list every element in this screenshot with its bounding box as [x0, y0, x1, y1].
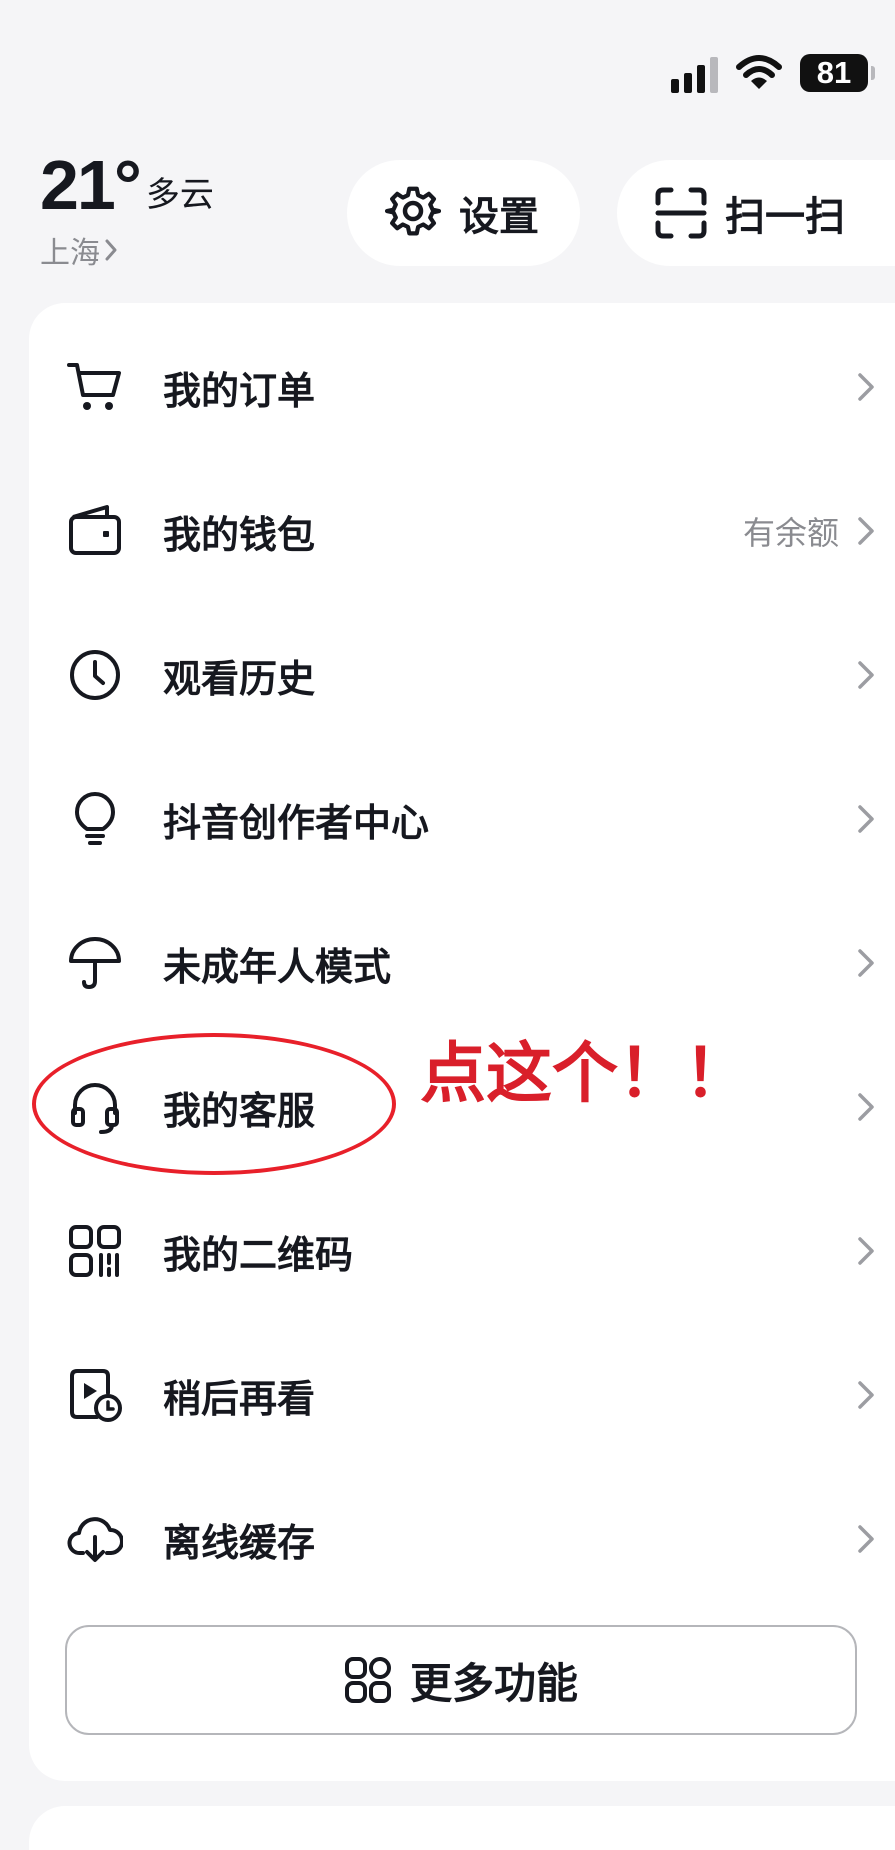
wifi-icon [736, 55, 782, 89]
battery-indicator: 81 [800, 54, 875, 92]
menu-item-label: 未成年人模式 [163, 944, 392, 989]
chevron-right-icon [105, 239, 117, 261]
chevron-right-icon [858, 517, 874, 545]
wallet-icon [69, 505, 121, 555]
chevron-right-icon [858, 373, 874, 401]
chevron-right-icon [858, 1381, 874, 1409]
menu-item-wallet[interactable]: 我的钱包 有余额 [29, 459, 895, 603]
watch-later-icon [70, 1369, 122, 1422]
menu-item-qr-code[interactable]: 我的二维码 [29, 1179, 895, 1323]
battery-level: 81 [800, 54, 868, 92]
settings-label: 设置 [459, 194, 539, 240]
menu-item-label: 我的订单 [163, 368, 316, 413]
menu-item-orders[interactable]: 我的订单 [29, 315, 895, 459]
temperature: 21° [40, 146, 142, 224]
menu-item-label: 稍后再看 [163, 1376, 316, 1421]
menu-item-creator-center[interactable]: 抖音创作者中心 [29, 747, 895, 891]
qr-code-icon [69, 1225, 121, 1277]
chevron-right-icon [858, 949, 874, 977]
menu-item-minor-mode[interactable]: 未成年人模式 [29, 891, 895, 1035]
more-features-label: 更多功能 [409, 1658, 578, 1708]
menu-item-label: 离线缓存 [163, 1520, 316, 1565]
cart-icon [67, 363, 121, 410]
clock-icon [70, 650, 120, 700]
weather-condition: 多云 [145, 175, 214, 215]
status-bar: 81 [671, 50, 875, 96]
cloud-download-icon [67, 1517, 123, 1562]
city-selector[interactable]: 上海 [40, 228, 214, 272]
menu-item-label: 我的二维码 [163, 1232, 354, 1277]
annotation-circle [32, 1033, 396, 1175]
next-card [29, 1806, 895, 1850]
annotation-text: 点这个！！ [420, 1035, 750, 1112]
cellular-signal-icon [671, 53, 718, 93]
scan-button[interactable]: 扫一扫 [617, 160, 895, 266]
chevron-right-icon [858, 1525, 874, 1553]
gear-icon [385, 186, 441, 236]
menu-item-history[interactable]: 观看历史 [29, 603, 895, 747]
chevron-right-icon [858, 1237, 874, 1265]
menu-item-watch-later[interactable]: 稍后再看 [29, 1323, 895, 1467]
weather-widget[interactable]: 21° 多云 上海 [40, 150, 214, 272]
grid-icon [344, 1657, 391, 1703]
menu-item-offline-cache[interactable]: 离线缓存 [29, 1467, 895, 1611]
wallet-balance-badge: 有余额 [742, 514, 839, 552]
chevron-right-icon [858, 661, 874, 689]
more-features-button[interactable]: 更多功能 [65, 1625, 857, 1735]
menu-item-label: 观看历史 [163, 656, 316, 701]
menu-item-label: 我的钱包 [163, 512, 316, 557]
lightbulb-icon [75, 792, 115, 845]
menu-item-label: 抖音创作者中心 [163, 800, 430, 845]
settings-button[interactable]: 设置 [347, 160, 580, 266]
scan-icon [655, 187, 707, 239]
scan-label: 扫一扫 [725, 194, 845, 240]
chevron-right-icon [858, 1093, 874, 1121]
city-name: 上海 [40, 236, 100, 271]
chevron-right-icon [858, 805, 874, 833]
umbrella-icon [69, 937, 121, 990]
